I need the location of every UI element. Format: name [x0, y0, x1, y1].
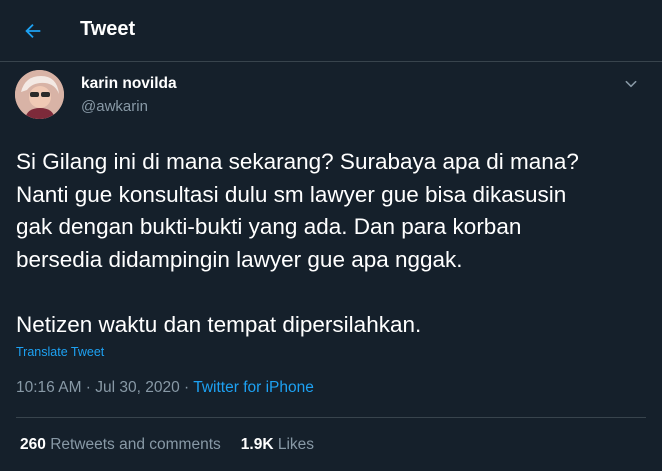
translate-tweet-link[interactable]: Translate Tweet: [16, 345, 104, 359]
more-options-button[interactable]: [620, 73, 642, 95]
author-handle[interactable]: @awkarin: [81, 98, 148, 115]
meta-separator: ·: [179, 379, 194, 396]
avatar[interactable]: [15, 70, 64, 119]
top-bar: Tweet: [0, 0, 662, 62]
tweet-stats: 260 Retweets and comments 1.9K Likes: [20, 436, 314, 454]
tweet-meta: 10:16 AM · Jul 30, 2020 · Twitter for iP…: [16, 379, 314, 397]
likes-count: 1.9K: [240, 436, 274, 453]
tweet-time: 10:16 AM: [16, 379, 82, 396]
retweets-count: 260: [20, 436, 46, 453]
back-arrow-icon: [25, 23, 41, 39]
chevron-down-icon: [625, 80, 637, 88]
avatar-image: [15, 70, 64, 119]
tweet-date[interactable]: Jul 30, 2020: [95, 379, 179, 396]
likes-stat[interactable]: 1.9K Likes: [241, 436, 314, 453]
retweets-label: Retweets and comments: [50, 436, 221, 453]
tweet-source[interactable]: Twitter for iPhone: [193, 379, 314, 396]
meta-separator: ·: [81, 379, 96, 396]
page-title: Tweet: [80, 18, 136, 40]
retweets-stat[interactable]: 260 Retweets and comments: [20, 436, 221, 453]
tweet-text: Si Gilang ini di mana sekarang? Surabaya…: [16, 149, 579, 337]
author-name[interactable]: karin novilda: [81, 75, 177, 93]
divider: [16, 417, 646, 418]
back-button[interactable]: [17, 15, 49, 47]
likes-label: Likes: [277, 436, 315, 453]
